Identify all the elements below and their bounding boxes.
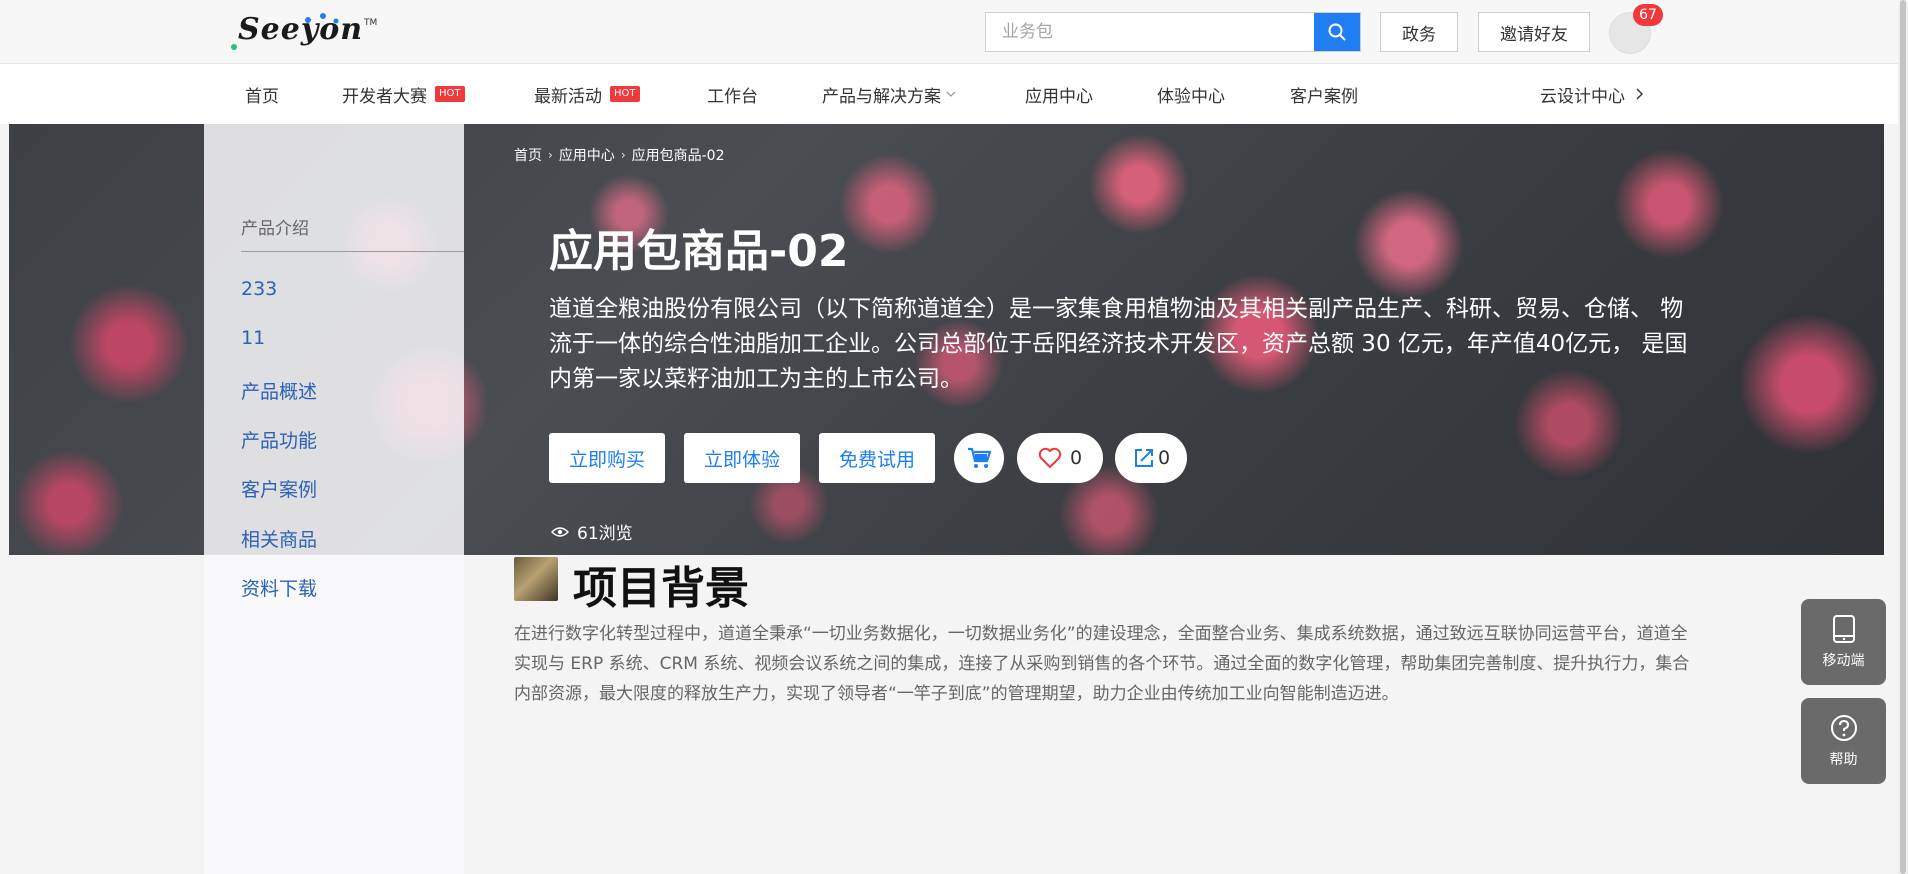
cart-button[interactable] — [954, 433, 1004, 483]
seeyon-logo[interactable]: Seeyon TM — [228, 8, 378, 52]
chevron-right-icon — [1636, 88, 1643, 100]
experience-now-button[interactable]: 立即体验 — [684, 433, 800, 483]
nav-label: 开发者大赛 — [342, 86, 427, 107]
trademark-mark: TM — [364, 18, 378, 28]
section-thumbnail-icon — [514, 557, 558, 601]
breadcrumb-home[interactable]: 首页 — [514, 145, 542, 165]
sidebar-item-features[interactable]: 产品功能 — [241, 426, 317, 453]
notification-badge: 67 — [1633, 4, 1663, 26]
nav-label: 产品与解决方案 — [822, 86, 941, 107]
heart-icon — [1038, 447, 1062, 468]
section-text: 在进行数字化转型过程中，道道全秉承“一切业务数据化，一切数据业务化”的建设理念，… — [514, 624, 1690, 704]
chevron-down-icon — [946, 91, 956, 97]
scrollbar-thumb[interactable] — [1900, 0, 1906, 874]
search-input[interactable] — [986, 13, 1314, 51]
sidebar-item-11[interactable]: 11 — [241, 327, 265, 349]
nav-customer-cases[interactable]: 客户案例 — [1290, 64, 1358, 124]
tablet-icon — [1832, 615, 1855, 643]
nav-developer-contest[interactable]: 开发者大赛 HOT — [342, 64, 465, 124]
share-count: 0 — [1157, 447, 1171, 469]
search-button[interactable] — [1314, 13, 1360, 51]
section-title: 项目背景 — [573, 563, 749, 614]
sidebar-item-233[interactable]: 233 — [241, 278, 277, 300]
sidebar-divider — [241, 251, 464, 252]
product-title: 应用包商品-02 — [549, 226, 849, 277]
nav-label: 首页 — [245, 86, 279, 107]
breadcrumb-separator-icon: › — [548, 148, 553, 162]
mobile-button[interactable]: 移动端 — [1801, 599, 1886, 685]
hot-badge: HOT — [435, 86, 465, 102]
like-count: 0 — [1069, 447, 1083, 469]
hot-badge: HOT — [610, 86, 640, 102]
view-count-label: 61浏览 — [577, 524, 633, 544]
nav-latest-events[interactable]: 最新活动 HOT — [534, 64, 640, 124]
sidebar-item-overview[interactable]: 产品概述 — [241, 377, 317, 404]
sidebar-item-downloads[interactable]: 资料下载 — [241, 574, 317, 601]
help-label: 帮助 — [1829, 752, 1858, 768]
buy-now-button[interactable]: 立即购买 — [549, 433, 665, 483]
nav-app-center[interactable]: 应用中心 — [1025, 64, 1093, 124]
search-box — [985, 12, 1361, 52]
logo-text: Seeyon — [238, 12, 364, 47]
breadcrumb-app-center[interactable]: 应用中心 — [559, 145, 615, 165]
product-description: 道道全粮油股份有限公司（以下简称道道全）是一家集食用植物油及其相关副产品生产、科… — [549, 296, 1688, 392]
help-icon — [1830, 715, 1857, 741]
breadcrumb-current: 应用包商品-02 — [631, 148, 725, 164]
sidebar-item-related[interactable]: 相关商品 — [241, 525, 317, 552]
nav-workbench[interactable]: 工作台 — [707, 64, 758, 124]
nav-label: 最新活动 — [534, 86, 602, 107]
gov-button[interactable]: 政务 — [1380, 12, 1458, 52]
main-nav: 首页 开发者大赛 HOT 最新活动 HOT 工作台 产品与解决方案 应用中心 体验中… — [0, 64, 1898, 124]
free-trial-button[interactable]: 免费试用 — [819, 433, 935, 483]
nav-label: 工作台 — [707, 86, 758, 107]
share-button[interactable]: 0 — [1115, 433, 1187, 483]
help-button[interactable]: 帮助 — [1801, 698, 1886, 784]
nav-label: 体验中心 — [1157, 86, 1225, 107]
cart-icon — [968, 447, 992, 468]
search-icon — [1328, 23, 1346, 41]
share-icon — [1134, 449, 1153, 467]
mobile-label: 移动端 — [1822, 653, 1865, 669]
nav-label: 云设计中心 — [1540, 86, 1625, 107]
top-header: Seeyon TM 政务 邀请好友 67 — [0, 0, 1898, 64]
invite-friends-button[interactable]: 邀请好友 — [1478, 12, 1590, 52]
eye-icon — [551, 526, 569, 537]
sidebar-lower-bg — [204, 555, 464, 874]
like-button[interactable]: 0 — [1017, 433, 1103, 483]
sidebar-heading: 产品介绍 — [241, 219, 309, 239]
nav-cloud-design-center[interactable]: 云设计中心 — [1540, 64, 1645, 124]
nav-products-solutions[interactable]: 产品与解决方案 — [822, 64, 957, 124]
nav-label: 客户案例 — [1290, 86, 1358, 107]
breadcrumb: 首页 › 应用中心 › 应用包商品-02 — [514, 145, 725, 165]
sidebar-item-cases[interactable]: 客户案例 — [241, 475, 317, 502]
view-count: 61浏览 — [551, 519, 633, 544]
breadcrumb-separator-icon: › — [620, 148, 626, 162]
nav-label: 应用中心 — [1025, 86, 1093, 107]
nav-home[interactable]: 首页 — [245, 64, 279, 124]
nav-experience-center[interactable]: 体验中心 — [1157, 64, 1225, 124]
